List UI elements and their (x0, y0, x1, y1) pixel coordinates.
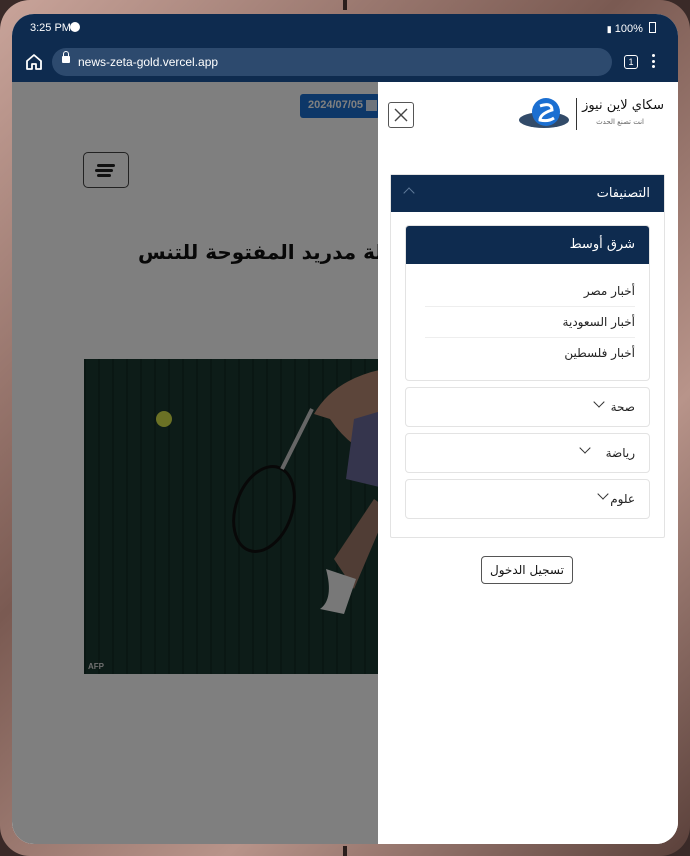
category-group-sports[interactable]: رياضة (405, 433, 650, 473)
chevron-down-icon (579, 442, 591, 454)
chevron-down-icon (597, 488, 609, 500)
categories-title: التصنيفات (596, 186, 650, 201)
category-link-label: أخبار السعودية (562, 315, 635, 329)
battery-percent: 100% (614, 23, 643, 35)
category-group-label: علوم (610, 492, 635, 506)
status-right: ▮ 100% (607, 22, 656, 35)
screen: 3:25 PM ▮ 100% news-zeta-gold.vercel.app… (12, 14, 678, 844)
device-frame: 3:25 PM ▮ 100% news-zeta-gold.vercel.app… (0, 0, 690, 856)
category-group-label: صحة (610, 400, 635, 414)
categories-panel: التصنيفات شرق أوسط أخبار مصر أخبار السعو… (390, 174, 665, 538)
category-link-palestine[interactable]: أخبار فلسطين (425, 338, 635, 368)
category-link-label: أخبار مصر (583, 284, 635, 298)
hinge-top (343, 0, 347, 10)
logo-divider (576, 98, 577, 130)
close-icon (394, 108, 408, 122)
chevron-down-icon (593, 396, 605, 408)
category-group-label: رياضة (605, 446, 635, 460)
tab-switcher-button[interactable]: 1 (624, 55, 638, 69)
browser-menu-icon[interactable] (652, 54, 656, 70)
logo-name: سكاي لاين نيوز (582, 98, 664, 113)
home-icon[interactable] (24, 52, 44, 72)
signal-icon: ▮ (606, 24, 612, 34)
category-group-header[interactable]: شرق أوسط (406, 226, 649, 264)
drawer-backdrop[interactable] (12, 82, 378, 844)
category-group-health[interactable]: صحة (405, 387, 650, 427)
hinge-bottom (343, 846, 347, 856)
chevron-up-icon (403, 187, 415, 199)
site-logo[interactable]: سكاي لاين نيوز انت تصنع الحدث (518, 94, 664, 134)
side-drawer: سكاي لاين نيوز انت تصنع الحدث التصنيفات … (378, 82, 678, 844)
lock-icon (62, 51, 70, 63)
status-time: 3:25 PM (30, 22, 71, 34)
browser-toolbar: news-zeta-gold.vercel.app 1 (12, 42, 678, 82)
category-group-science[interactable]: علوم (405, 479, 650, 519)
address-bar[interactable]: news-zeta-gold.vercel.app (52, 48, 612, 76)
close-drawer-button[interactable] (388, 102, 414, 128)
login-button[interactable]: تسجيل الدخول (481, 556, 573, 584)
category-link-saudi[interactable]: أخبار السعودية (425, 307, 635, 338)
battery-icon (649, 22, 656, 33)
spotify-icon (70, 22, 80, 32)
logo-tagline: انت تصنع الحدث (596, 118, 644, 126)
category-group-label: شرق أوسط (569, 237, 635, 252)
url-text: news-zeta-gold.vercel.app (78, 55, 219, 69)
category-link-label: أخبار فلسطين (564, 346, 635, 360)
category-link-egypt[interactable]: أخبار مصر (425, 276, 635, 307)
logo-mark-icon (519, 98, 569, 128)
status-bar: 3:25 PM ▮ 100% (12, 14, 678, 42)
category-group-middle-east: شرق أوسط أخبار مصر أخبار السعودية أخبار … (405, 225, 650, 381)
categories-header[interactable]: التصنيفات (391, 175, 664, 212)
